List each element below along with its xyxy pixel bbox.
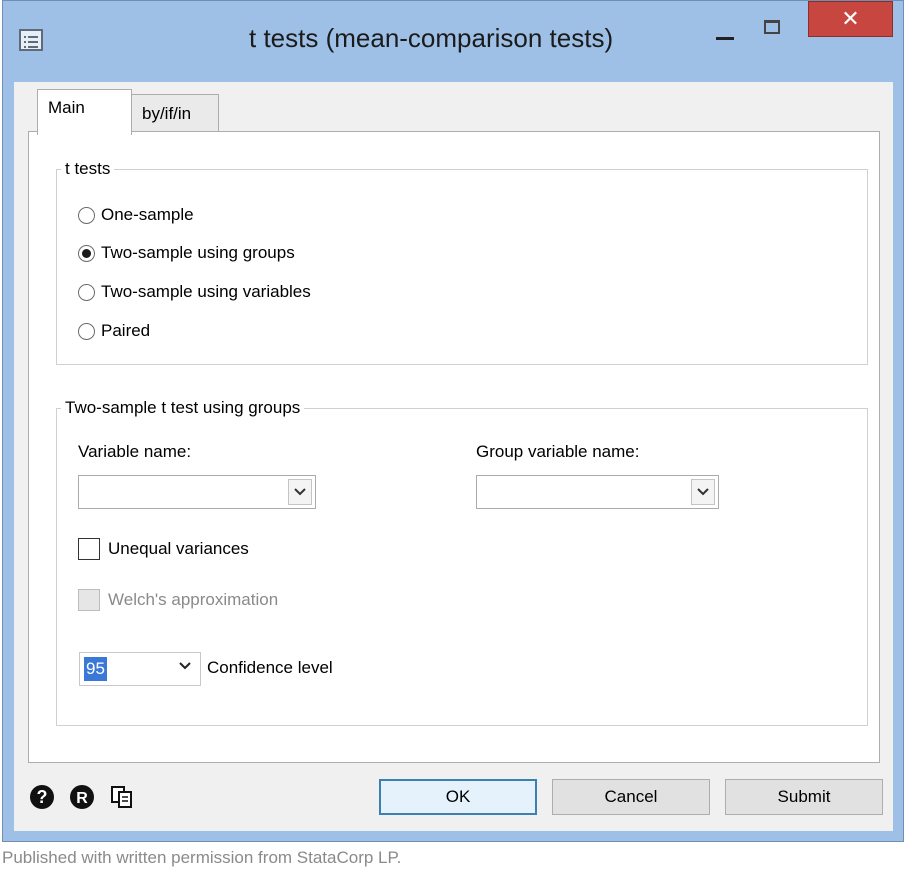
radio-two-sample-groups[interactable]: Two-sample using groups [78, 243, 295, 263]
variable-name-label: Variable name: [78, 442, 192, 461]
radio-two-sample-variables[interactable]: Two-sample using variables [78, 282, 311, 302]
dialog-window: t tests (mean-comparison tests) ✕ Main b… [2, 0, 904, 842]
radio-label: Paired [101, 321, 151, 340]
group-variable-name-combo[interactable] [476, 475, 719, 509]
permission-caption: Published with written permission from S… [2, 848, 402, 867]
window-title: t tests (mean-comparison tests) [249, 23, 614, 53]
title-bar[interactable]: t tests (mean-comparison tests) ✕ [3, 1, 903, 87]
minimize-button[interactable] [708, 17, 742, 51]
t-tests-group-legend: t tests [65, 159, 111, 178]
tab-panel-main: t tests One-sample Two-sample using grou… [28, 131, 880, 763]
dropdown-arrow-icon[interactable] [288, 479, 312, 505]
group-variable-name-label: Group variable name: [476, 442, 640, 461]
close-button[interactable]: ✕ [808, 1, 893, 37]
close-icon: ✕ [841, 6, 860, 31]
radio-label: Two-sample using groups [101, 243, 295, 262]
checkbox-label: Welch's approximation [108, 590, 279, 609]
radio-one-sample[interactable]: One-sample [78, 205, 194, 225]
cancel-button[interactable]: Cancel [552, 779, 710, 815]
dialog-app-icon[interactable] [19, 29, 43, 51]
maximize-button[interactable] [755, 13, 789, 47]
radio-button-icon[interactable] [78, 322, 95, 340]
tab-by-if-in[interactable]: by/if/in [131, 94, 219, 132]
reset-icon[interactable]: R [69, 784, 95, 810]
dialog-client-area: Main by/if/in t tests One-sample Two-sam… [14, 82, 893, 831]
dropdown-arrow-icon[interactable] [691, 479, 715, 505]
confidence-level-label: Confidence level [207, 658, 333, 677]
minimize-icon [716, 37, 734, 40]
unequal-variances-checkbox[interactable]: Unequal variances [78, 538, 249, 560]
maximize-icon [764, 20, 780, 34]
welch-approximation-checkbox: Welch's approximation [78, 589, 278, 611]
checkbox-label: Unequal variances [108, 539, 249, 558]
help-icon[interactable]: ? [29, 784, 55, 810]
svg-text:?: ? [37, 787, 48, 807]
submit-button[interactable]: Submit [725, 779, 883, 815]
two-sample-group-legend: Two-sample t test using groups [65, 398, 301, 417]
chevron-down-icon[interactable] [178, 661, 192, 671]
confidence-level-combo[interactable]: 95 [79, 652, 201, 686]
variable-name-combo[interactable] [78, 475, 316, 509]
radio-paired[interactable]: Paired [78, 321, 150, 341]
radio-button-selected-icon[interactable] [78, 244, 95, 262]
tab-main[interactable]: Main [37, 89, 132, 135]
svg-text:R: R [76, 790, 88, 807]
copy-command-icon[interactable] [109, 784, 135, 810]
radio-button-icon[interactable] [78, 206, 95, 224]
checkbox-disabled-icon [78, 589, 100, 611]
confidence-level-value[interactable]: 95 [84, 657, 107, 681]
checkbox-icon[interactable] [78, 538, 100, 560]
ok-button[interactable]: OK [379, 779, 537, 815]
radio-label: One-sample [101, 205, 194, 224]
radio-label: Two-sample using variables [101, 282, 311, 301]
radio-button-icon[interactable] [78, 283, 95, 301]
